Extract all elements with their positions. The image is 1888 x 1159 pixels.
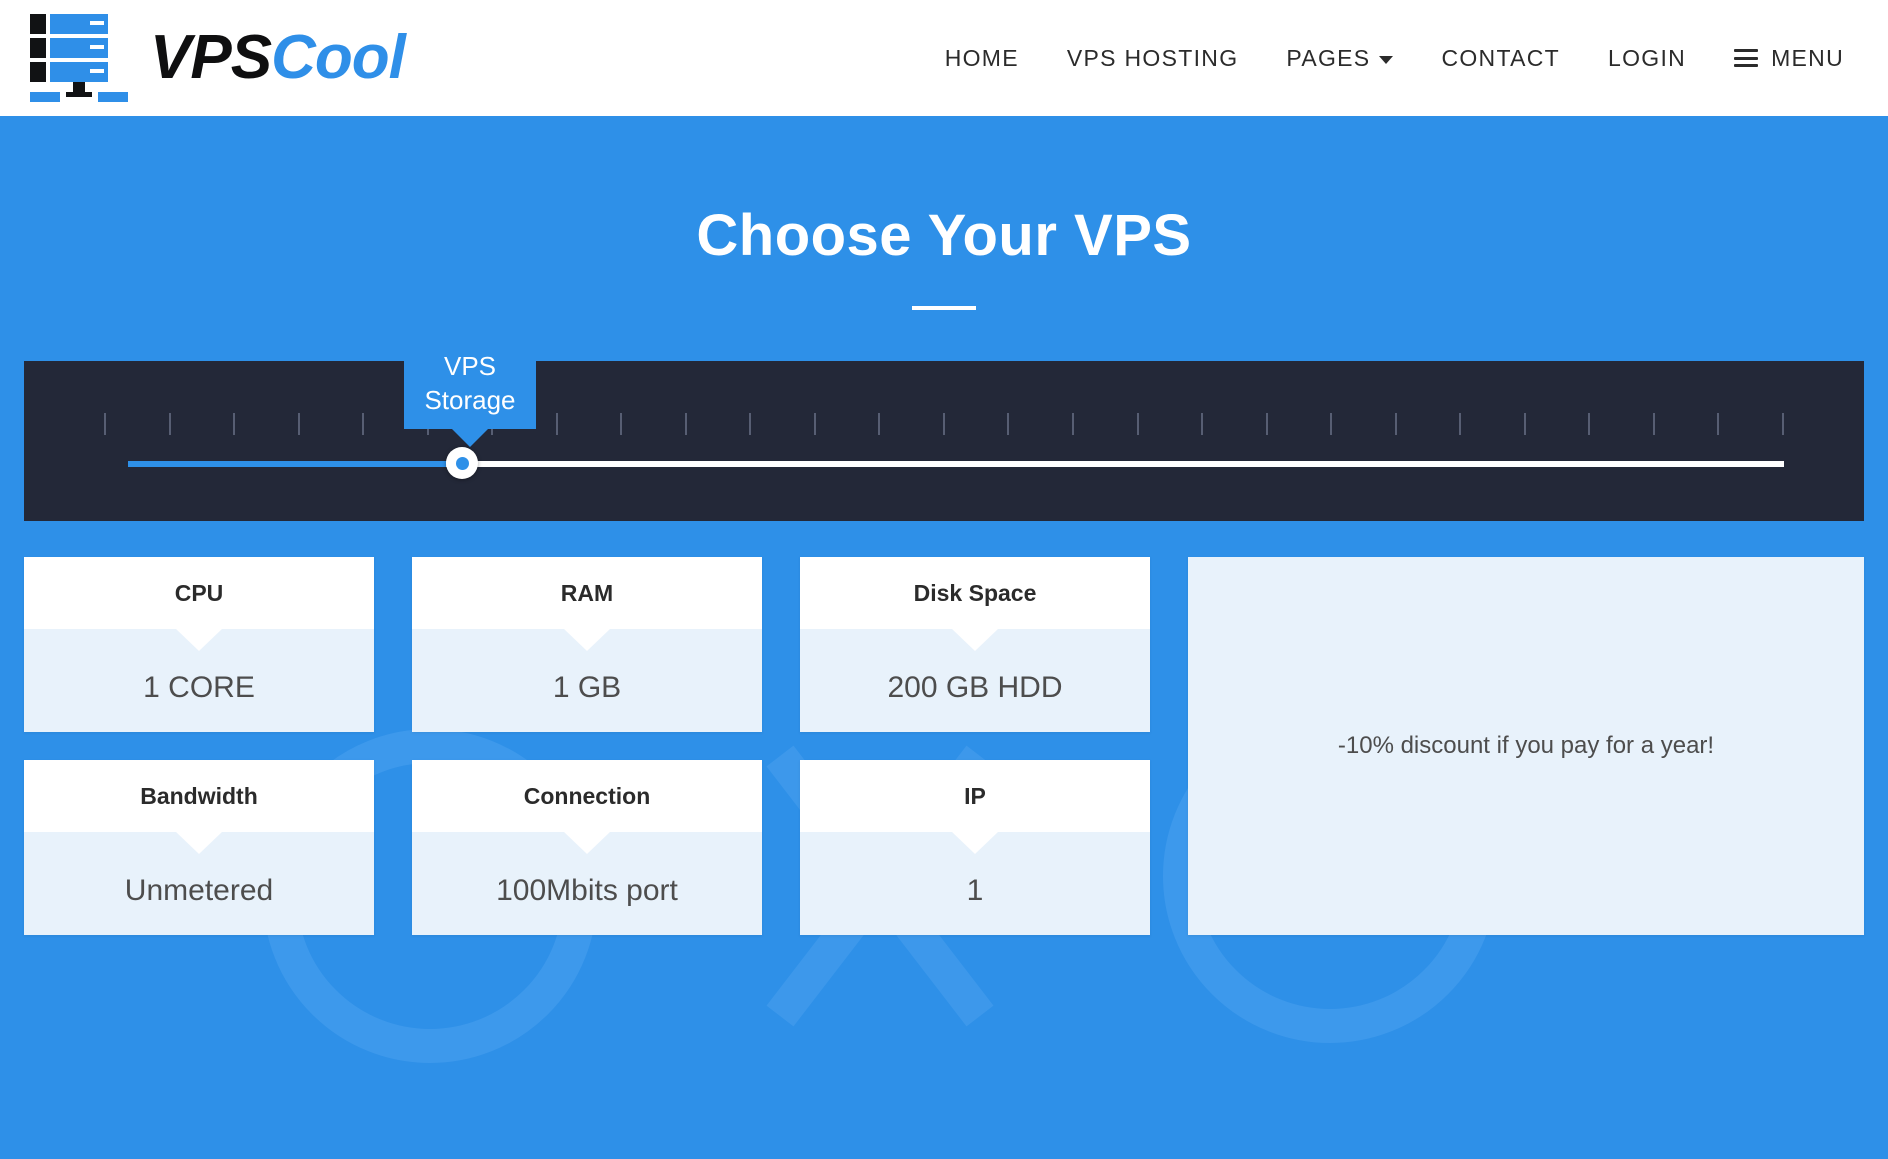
title-divider: [912, 306, 976, 310]
spec-card-ip: IP 1: [800, 760, 1150, 935]
nav-contact[interactable]: CONTACT: [1417, 35, 1584, 82]
nav-contact-label: CONTACT: [1441, 44, 1560, 71]
slider-handle-dot: [455, 456, 469, 470]
slider-tick-marks: [104, 413, 1784, 435]
nav-menu-label: MENU: [1771, 44, 1844, 71]
spec-card-disk-space-title: Disk Space: [800, 557, 1150, 629]
nav-login-label: LOGIN: [1608, 44, 1687, 71]
main-navigation: HOME VPS HOSTING PAGES CONTACT LOGIN MEN…: [921, 35, 1844, 82]
vps-storage-slider-panel: VPS Storage: [24, 335, 1864, 521]
spec-card-ram: RAM 1 GB: [412, 557, 762, 732]
brand-text-accent: Cool: [271, 23, 406, 92]
slider-value-tooltip: VPS Storage: [404, 335, 536, 429]
slider-filled-track: [128, 461, 446, 467]
nav-menu-toggle[interactable]: MENU: [1710, 35, 1844, 82]
hamburger-menu-icon: [1734, 49, 1759, 67]
spec-card-ip-title: IP: [800, 760, 1150, 832]
nav-home-label: HOME: [944, 44, 1019, 71]
slider-tooltip-line-1: VPS: [443, 351, 497, 381]
slider-tooltip-line-2: Storage: [424, 385, 516, 415]
page-title: Choose Your VPS: [696, 203, 1192, 268]
promo-discount-card: -10% discount if you pay for a year!: [1188, 557, 1864, 935]
brand-wordmark: VPSCool: [150, 27, 406, 89]
nav-home[interactable]: HOME: [921, 35, 1043, 82]
spec-card-grid: CPU 1 CORE RAM 1 GB Disk Space 200 GB HD…: [24, 557, 1864, 935]
spec-card-disk-space: Disk Space 200 GB HDD: [800, 557, 1150, 732]
chevron-down-icon: [1379, 56, 1394, 64]
spec-card-bandwidth: Bandwidth Unmetered: [24, 760, 374, 935]
nav-pages-label: PAGES: [1286, 44, 1371, 71]
nav-vps-hosting-label: VPS HOSTING: [1066, 44, 1239, 71]
spec-card-cpu: CPU 1 CORE: [24, 557, 374, 732]
nav-vps-hosting[interactable]: VPS HOSTING: [1043, 35, 1263, 82]
spec-card-bandwidth-title: Bandwidth: [24, 760, 374, 832]
spec-card-ram-title: RAM: [412, 557, 762, 629]
spec-card-connection-title: Connection: [412, 760, 762, 832]
brand-text-primary: VPS: [150, 23, 272, 92]
nav-pages[interactable]: PAGES: [1262, 35, 1417, 82]
slider-track-container[interactable]: [104, 447, 1784, 479]
spec-card-cpu-title: CPU: [24, 557, 374, 629]
spec-card-connection: Connection 100Mbits port: [412, 760, 762, 935]
hero-section: Choose Your VPS VPS Storage CPU 1 CORE R…: [0, 116, 1888, 1159]
nav-login[interactable]: LOGIN: [1584, 35, 1710, 82]
server-rack-icon: [30, 14, 128, 102]
brand-logo-link[interactable]: VPSCool: [28, 12, 406, 104]
slider-handle[interactable]: [446, 447, 478, 479]
site-header: VPSCool HOME VPS HOSTING PAGES CONTACT L…: [0, 0, 1888, 116]
